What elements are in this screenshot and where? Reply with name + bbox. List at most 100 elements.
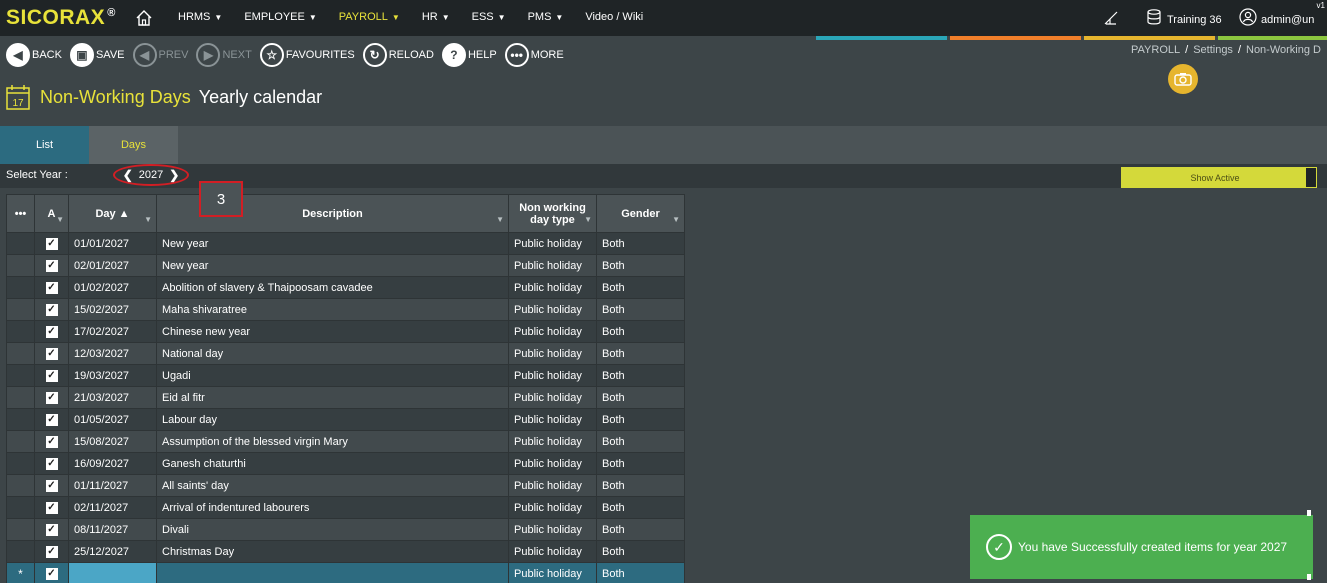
- cell-gender[interactable]: Both: [596, 254, 685, 277]
- table-row[interactable]: ✓ 02/01/2027 New year Public holiday Both: [6, 254, 685, 277]
- cell-gender[interactable]: Both: [596, 474, 685, 497]
- app-logo[interactable]: SICORAX ®: [6, 6, 116, 30]
- nav-item-employee[interactable]: EMPLOYEE ▼: [244, 11, 316, 23]
- help-button[interactable]: ? HELP: [441, 43, 497, 67]
- table-row[interactable]: ✓ 15/08/2027 Assumption of the blessed vir…: [6, 430, 685, 453]
- active-checkbox[interactable]: ✓: [34, 496, 69, 519]
- table-row[interactable]: ✓ 15/02/2027 Maha shivaratree Public holida…: [6, 298, 685, 321]
- active-checkbox[interactable]: ✓: [34, 364, 69, 387]
- table-row[interactable]: ✓ 01/05/2027 Labour day Public holiday Both: [6, 408, 685, 431]
- more-button[interactable]: ••• MORE: [504, 43, 564, 67]
- active-checkbox[interactable]: ✓: [34, 320, 69, 343]
- filter-icon[interactable]: ▼: [496, 215, 504, 224]
- row-selector[interactable]: [6, 496, 35, 519]
- row-selector[interactable]: [6, 452, 35, 475]
- cell-type[interactable]: Public holiday: [508, 518, 597, 541]
- tab-days[interactable]: Days: [89, 126, 178, 164]
- active-checkbox[interactable]: ✓: [34, 562, 69, 583]
- cell-type[interactable]: Public holiday: [508, 386, 597, 409]
- cell-day[interactable]: 21/03/2027: [68, 386, 157, 409]
- filter-icon[interactable]: ▼: [144, 215, 152, 224]
- cell-day[interactable]: 15/08/2027: [68, 430, 157, 453]
- cell-day[interactable]: 19/03/2027: [68, 364, 157, 387]
- nav-item-payroll[interactable]: PAYROLL ▼: [339, 11, 400, 23]
- column-day[interactable]: Day ▲ ▼: [68, 194, 157, 233]
- filter-icon[interactable]: ▼: [672, 215, 680, 224]
- row-selector[interactable]: [6, 364, 35, 387]
- tab-list[interactable]: List: [0, 126, 89, 164]
- column-menu[interactable]: •••: [6, 194, 35, 233]
- cell-day[interactable]: 16/09/2027: [68, 452, 157, 475]
- row-selector[interactable]: [6, 298, 35, 321]
- active-checkbox[interactable]: ✓: [34, 386, 69, 409]
- cell-description[interactable]: Ugadi: [156, 364, 509, 387]
- cell-day[interactable]: 17/02/2027: [68, 320, 157, 343]
- column-gender[interactable]: Gender ▼: [596, 194, 685, 233]
- active-checkbox[interactable]: ✓: [34, 298, 69, 321]
- row-selector[interactable]: [6, 408, 35, 431]
- database-icon[interactable]: [1147, 9, 1161, 25]
- cell-description[interactable]: Chinese new year: [156, 320, 509, 343]
- user-icon[interactable]: [1239, 8, 1257, 26]
- nav-item-video-wiki[interactable]: Video / Wiki: [585, 11, 643, 23]
- cell-description[interactable]: Labour day: [156, 408, 509, 431]
- breadcrumb-payroll[interactable]: PAYROLL: [1131, 44, 1180, 56]
- cell-gender[interactable]: Both: [596, 452, 685, 475]
- cell-type[interactable]: Public holiday: [508, 342, 597, 365]
- cell-day[interactable]: 08/11/2027: [68, 518, 157, 541]
- cell-gender[interactable]: Both: [596, 276, 685, 299]
- nav-item-ess[interactable]: ESS ▼: [472, 11, 506, 23]
- cell-type[interactable]: Public holiday: [508, 540, 597, 563]
- cell-gender[interactable]: Both: [596, 430, 685, 453]
- filter-icon[interactable]: ▼: [584, 215, 592, 224]
- filter-icon[interactable]: ▼: [56, 215, 64, 224]
- active-checkbox[interactable]: ✓: [34, 474, 69, 497]
- row-selector[interactable]: [6, 254, 35, 277]
- cell-description[interactable]: Divali: [156, 518, 509, 541]
- user-name[interactable]: admin@un: [1261, 14, 1327, 26]
- save-button[interactable]: ▣ SAVE: [69, 43, 125, 67]
- active-checkbox[interactable]: ✓: [34, 276, 69, 299]
- active-checkbox[interactable]: ✓: [34, 342, 69, 365]
- row-selector[interactable]: [6, 474, 35, 497]
- cell-type[interactable]: Public holiday: [508, 474, 597, 497]
- training-label[interactable]: Training 36: [1167, 14, 1222, 26]
- cell-gender[interactable]: Both: [596, 320, 685, 343]
- active-checkbox[interactable]: ✓: [34, 430, 69, 453]
- cell-gender[interactable]: Both: [596, 408, 685, 431]
- new-description-input[interactable]: [156, 562, 509, 583]
- cell-gender[interactable]: Both: [596, 496, 685, 519]
- nav-item-hr[interactable]: HR ▼: [422, 11, 450, 23]
- table-row[interactable]: ✓ 25/12/2027 Christmas Day Public holiday Bo…: [6, 540, 685, 563]
- cell-day[interactable]: 01/11/2027: [68, 474, 157, 497]
- row-selector[interactable]: [6, 518, 35, 541]
- prev-button[interactable]: ◀ PREV: [132, 43, 188, 67]
- row-selector[interactable]: [6, 540, 35, 563]
- cell-day[interactable]: 02/11/2027: [68, 496, 157, 519]
- cell-description[interactable]: New year: [156, 232, 509, 255]
- active-checkbox[interactable]: ✓: [34, 452, 69, 475]
- cell-type[interactable]: Public holiday: [508, 232, 597, 255]
- cell-description[interactable]: Maha shivaratree: [156, 298, 509, 321]
- cell-type[interactable]: Public holiday: [508, 452, 597, 475]
- cell-day[interactable]: 01/01/2027: [68, 232, 157, 255]
- cell-gender[interactable]: Both: [596, 540, 685, 563]
- cell-type[interactable]: Public holiday: [508, 298, 597, 321]
- cell-description[interactable]: New year: [156, 254, 509, 277]
- back-button[interactable]: ◀ BACK: [6, 43, 62, 67]
- cell-description[interactable]: Ganesh chaturthi: [156, 452, 509, 475]
- table-row[interactable]: ✓ 01/11/2027 All saints' day Public holiday…: [6, 474, 685, 497]
- new-row[interactable]: * ✓ Public holiday Both: [6, 562, 685, 583]
- cell-day[interactable]: 12/03/2027: [68, 342, 157, 365]
- cell-gender[interactable]: Both: [596, 298, 685, 321]
- no-signal-icon[interactable]: [1102, 9, 1120, 27]
- cell-description[interactable]: National day: [156, 342, 509, 365]
- table-row[interactable]: ✓ 08/11/2027 Divali Public holiday Both: [6, 518, 685, 541]
- active-checkbox[interactable]: ✓: [34, 408, 69, 431]
- cell-day[interactable]: 01/05/2027: [68, 408, 157, 431]
- next-button[interactable]: ▶ NEXT: [196, 43, 252, 67]
- column-type[interactable]: Non working day type ▼: [508, 194, 597, 233]
- table-row[interactable]: ✓ 12/03/2027 National day Public holiday Bot…: [6, 342, 685, 365]
- cell-type[interactable]: Public holiday: [508, 364, 597, 387]
- show-active-toggle[interactable]: Show Active: [1121, 167, 1317, 188]
